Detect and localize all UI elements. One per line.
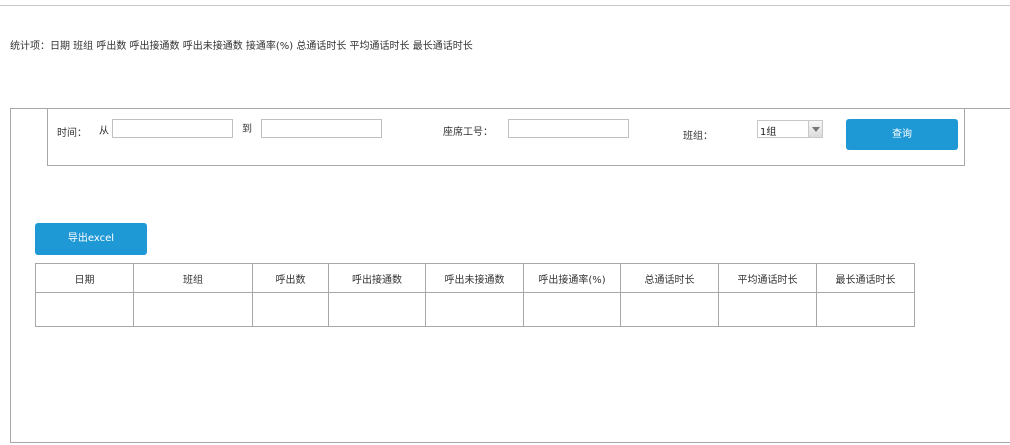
query-button[interactable]: 查询 xyxy=(846,119,958,150)
column-header-outbound-count: 呼出数 xyxy=(252,263,329,293)
export-excel-button[interactable]: 导出excel xyxy=(35,223,147,255)
group-select-value: 1组 xyxy=(760,127,777,138)
dropdown-toggle[interactable] xyxy=(808,121,822,137)
to-label: 到 xyxy=(242,124,252,135)
stats-table: 日期 班组 呼出数 呼出接通数 呼出未接通数 呼出接通率(%) 总通话时长 平均… xyxy=(35,263,915,327)
table-row xyxy=(35,292,915,327)
table-cell xyxy=(816,292,915,327)
group-label: 班组： xyxy=(683,131,713,142)
seat-id-label: 座席工号： xyxy=(443,127,493,138)
table-cell xyxy=(620,292,719,327)
table-cell xyxy=(718,292,817,327)
column-header-avg-duration: 平均通话时长 xyxy=(718,263,817,293)
from-label: 从 xyxy=(99,126,109,137)
table-cell xyxy=(523,292,621,327)
table-cell xyxy=(35,292,134,327)
group-select[interactable]: 1组 xyxy=(757,120,823,138)
stats-items-line: 统计项：日期 班组 呼出数 呼出接通数 呼出未接通数 接通率(%) 总通话时长 … xyxy=(10,41,473,52)
time-label: 时间： xyxy=(57,128,87,139)
table-cell xyxy=(252,292,329,327)
column-header-max-duration: 最长通话时长 xyxy=(816,263,915,293)
table-cell xyxy=(425,292,524,327)
column-header-unconnected-count: 呼出未接通数 xyxy=(425,263,524,293)
table-cell xyxy=(133,292,253,327)
table-header-row: 日期 班组 呼出数 呼出接通数 呼出未接通数 呼出接通率(%) 总通话时长 平均… xyxy=(35,263,915,293)
column-header-date: 日期 xyxy=(35,263,134,293)
column-header-total-duration: 总通话时长 xyxy=(620,263,719,293)
column-header-connect-rate: 呼出接通率(%) xyxy=(523,263,621,293)
column-header-group: 班组 xyxy=(133,263,253,293)
column-header-connected-count: 呼出接通数 xyxy=(328,263,426,293)
chevron-down-icon xyxy=(812,127,820,132)
time-to-input[interactable] xyxy=(261,119,382,138)
table-cell xyxy=(328,292,426,327)
seat-id-input[interactable] xyxy=(508,119,629,138)
top-divider xyxy=(0,5,1010,6)
time-from-input[interactable] xyxy=(112,119,233,138)
